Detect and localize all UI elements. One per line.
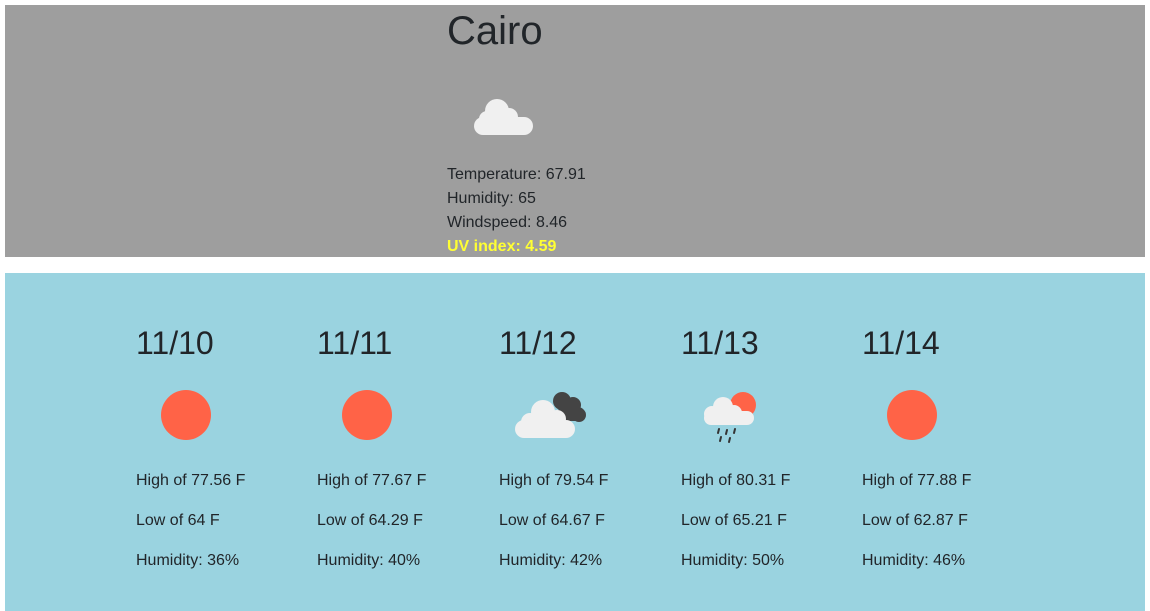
sun-icon — [161, 390, 211, 440]
city-name: Cairo — [447, 9, 543, 53]
windspeed-text: Windspeed: 8.46 — [447, 214, 568, 231]
forecast-date: 11/12 — [499, 325, 577, 361]
current-weather-panel: Cairo Temperature: 67.91 Humidity: 65 Wi… — [5, 5, 1145, 257]
forecast-humidity: Humidity: 46% — [862, 552, 966, 569]
rain-sun-icon — [704, 392, 756, 443]
forecast-high: High of 79.54 F — [499, 472, 609, 489]
forecast-high: High of 80.31 F — [681, 472, 791, 489]
forecast-date: 11/14 — [862, 325, 940, 361]
forecast-high: High of 77.56 F — [136, 472, 246, 489]
forecast-high: High of 77.67 F — [317, 472, 427, 489]
forecast-humidity: Humidity: 40% — [317, 552, 421, 569]
clouds-icon — [515, 392, 586, 438]
forecast-day: 11/13 High of 80.31 F Low of 65.21 F Hum… — [681, 323, 851, 569]
forecast-low: Low of 64.67 F — [499, 512, 605, 529]
forecast-humidity: Humidity: 42% — [499, 552, 603, 569]
forecast-day: 11/12 High of 79.54 F Low of 64.67 F Hum… — [499, 323, 669, 569]
forecast-humidity: Humidity: 50% — [681, 552, 785, 569]
forecast-low: Low of 64.29 F — [317, 512, 423, 529]
forecast-low: Low of 64 F — [136, 512, 220, 529]
forecast-high: High of 77.88 F — [862, 472, 972, 489]
forecast-day: 11/11 High of 77.67 F Low of 64.29 F Hum… — [317, 323, 487, 569]
sun-icon — [342, 390, 392, 440]
forecast-date: 11/11 — [317, 325, 393, 361]
forecast-low: Low of 65.21 F — [681, 512, 787, 529]
forecast-humidity: Humidity: 36% — [136, 552, 240, 569]
humidity-text: Humidity: 65 — [447, 190, 536, 207]
uv-index-text: UV index: 4.59 — [447, 238, 557, 255]
cloud-icon — [474, 99, 533, 135]
five-day-forecast-panel: 11/10 High of 77.56 F Low of 64 F Humidi… — [5, 273, 1145, 611]
forecast-date: 11/10 — [136, 325, 214, 361]
forecast-day: 11/10 High of 77.56 F Low of 64 F Humidi… — [136, 323, 306, 569]
current-stats: Temperature: 67.91 Humidity: 65 Windspee… — [447, 163, 586, 259]
sun-icon — [887, 390, 937, 440]
temperature-text: Temperature: 67.91 — [447, 166, 586, 183]
forecast-date: 11/13 — [681, 325, 759, 361]
forecast-day: 11/14 High of 77.88 F Low of 62.87 F Hum… — [862, 323, 1032, 569]
forecast-low: Low of 62.87 F — [862, 512, 968, 529]
